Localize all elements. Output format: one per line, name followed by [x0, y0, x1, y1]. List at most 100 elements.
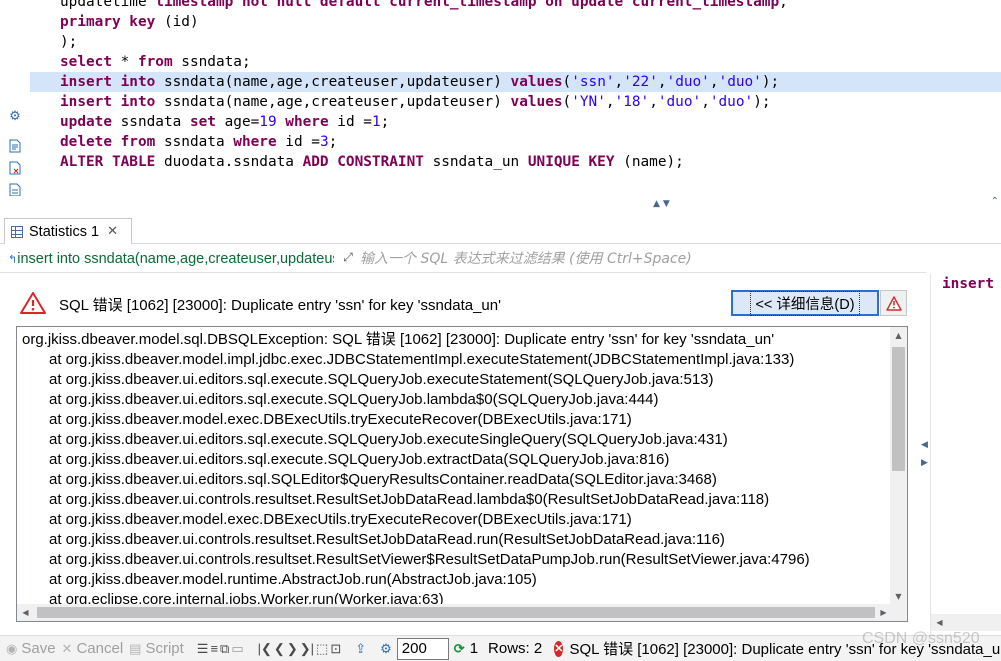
sql-text: , — [649, 94, 658, 110]
sql-text: ; — [328, 134, 338, 150]
sql-text: duodata.ssndata — [155, 154, 303, 170]
scrollbar-corner — [890, 604, 907, 621]
trace-frame: at org.jkiss.dbeaver.model.impl.jdbc.exe… — [49, 351, 795, 368]
sql-literal: '18' — [614, 94, 650, 110]
fetch-size-input[interactable] — [396, 637, 449, 660]
horizontal-scrollbar[interactable]: ◀ ▶ — [17, 604, 892, 621]
filter-input[interactable] — [360, 248, 920, 270]
horizontal-scrollbar[interactable]: ◀ — [931, 614, 1001, 631]
code-line[interactable]: ); — [30, 32, 1001, 52]
status-error-message[interactable]: SQL 错误 [1062] [23000]: Duplicate entry '… — [569, 638, 1001, 659]
refresh-count: 1 — [469, 640, 479, 657]
trace-frame: at org.jkiss.dbeaver.model.exec.DBExecUt… — [49, 511, 632, 528]
sql-editor[interactable]: ⚙ updatetime timestamp not null default … — [0, 0, 1001, 196]
copy-row-icon[interactable]: ⧉ — [220, 641, 229, 657]
export-icon[interactable]: ⇪ — [355, 641, 366, 657]
editor-text-area[interactable]: updatetime timestamp not null default cu… — [30, 0, 1001, 196]
table-icon — [11, 225, 23, 238]
editor-results-sash[interactable]: ▲▼ ⌃ — [0, 196, 1001, 216]
last-page-icon[interactable]: ❯| — [300, 641, 314, 657]
cancel-button[interactable]: ✕ Cancel — [62, 640, 124, 657]
sql-text: (id) — [155, 14, 199, 30]
code-line[interactable]: primary key (id) — [30, 12, 1001, 32]
sql-text: ); — [753, 94, 771, 110]
code-line[interactable]: insert into ssndata(name,age,createuser,… — [30, 92, 1001, 112]
rows-count: Rows: 2 — [488, 640, 543, 657]
scroll-left-icon[interactable]: ◀ — [17, 604, 34, 621]
sql-text: ssndata; — [172, 54, 251, 70]
script-icon[interactable] — [7, 138, 23, 154]
trace-frame: at org.jkiss.dbeaver.ui.controls.results… — [49, 531, 725, 548]
trace-frame: at org.jkiss.dbeaver.model.exec.DBExecUt… — [49, 411, 632, 428]
chevron-right-icon[interactable]: ▶ — [921, 458, 928, 468]
scroll-left-icon[interactable]: ◀ — [931, 614, 948, 631]
active-query-label[interactable]: ↰ insert into ssndata(name,age,createuse… — [8, 249, 334, 269]
code-line[interactable]: select * from ssndata; — [30, 52, 1001, 72]
scroll-down-icon[interactable]: ▼ — [890, 588, 907, 605]
code-line[interactable]: update ssndata set age=19 where id =1; — [30, 112, 1001, 132]
sql-text: , — [657, 74, 667, 90]
script-error-icon[interactable] — [7, 160, 23, 176]
code-line[interactable]: insert into ssndata(name,age,createuser,… — [30, 72, 1001, 92]
gear-icon[interactable]: ⚙ — [7, 108, 23, 124]
script-button[interactable]: ▤ Script — [129, 640, 184, 657]
gear-icon[interactable]: ⚙ — [380, 641, 392, 657]
delete-row-icon[interactable]: ▭ — [231, 641, 243, 657]
code-line[interactable]: updatetime timestamp not null default cu… — [30, 0, 1001, 12]
previous-page-icon[interactable]: ❮ — [274, 641, 285, 657]
close-icon[interactable]: ✕ — [107, 224, 118, 239]
scrollbar-thumb[interactable] — [37, 607, 875, 618]
query-icon: ↰ — [8, 252, 18, 266]
sql-text: , — [779, 0, 788, 10]
sql-keyword: select — [60, 54, 112, 70]
chevron-up-icon[interactable]: ⌃ — [991, 196, 999, 207]
fetch-next-icon[interactable]: ⬚ — [316, 641, 328, 657]
chevron-left-icon[interactable]: ◀ — [921, 440, 928, 450]
sql-text: , — [614, 74, 624, 90]
results-tab-bar: Statistics 1 ✕ — [0, 216, 1001, 244]
collapse-arrows-icon[interactable]: ▲▼ — [653, 199, 673, 209]
code-line[interactable]: delete from ssndata where id =3; — [30, 132, 1001, 152]
tab-label: Statistics 1 — [29, 223, 100, 240]
fetch-all-icon[interactable]: ⊡ — [330, 641, 341, 657]
expand-icon[interactable]: ⤢ — [340, 250, 356, 266]
tab-statistics[interactable]: Statistics 1 ✕ — [4, 218, 132, 244]
edit-row-icon[interactable]: ☰ — [197, 641, 209, 657]
warning-icon — [885, 295, 902, 311]
value-preview-text: insert — [942, 276, 994, 292]
scroll-up-icon[interactable]: ▲ — [890, 327, 907, 344]
script-output-icon[interactable] — [7, 182, 23, 196]
sql-keyword: values — [510, 74, 563, 90]
stack-trace-box[interactable]: org.jkiss.dbeaver.model.sql.DBSQLExcepti… — [16, 326, 908, 622]
sql-text: ssndata(name,age,createuser,updateuser) — [155, 74, 511, 90]
sql-text: ssndata — [111, 114, 190, 130]
refresh-icon[interactable]: ⟳ — [454, 641, 465, 657]
save-button[interactable]: ◉ Save — [6, 640, 56, 657]
script-icon: ▤ — [129, 640, 142, 656]
details-button-label: << 详细信息(D) — [750, 290, 860, 316]
code-line[interactable]: ALTER TABLE duodata.ssndata ADD CONSTRAI… — [30, 152, 1001, 172]
trace-frame: at org.jkiss.dbeaver.ui.editors.sql.exec… — [49, 451, 670, 468]
details-button[interactable]: << 详细信息(D) — [731, 290, 879, 316]
sql-literal: 'YN' — [571, 94, 606, 110]
first-page-icon[interactable]: |❮ — [258, 641, 272, 657]
sql-keyword: values — [510, 94, 563, 110]
results-toolbar: ◉ Save ✕ Cancel ▤ Script ☰ ≡ ⧉ ▭ |❮ ❮ ❯ ❯| … — [0, 635, 1001, 661]
sql-text: age= — [215, 114, 260, 130]
next-page-icon[interactable]: ❯ — [287, 641, 298, 657]
panel-splitter[interactable]: ◀ ▶ — [918, 274, 930, 634]
sql-literal: 'duo' — [709, 94, 754, 110]
vertical-scrollbar[interactable]: ▲ ▼ — [890, 327, 907, 605]
sql-literal: 1 — [371, 114, 381, 130]
add-row-icon[interactable]: ≡ — [210, 641, 218, 656]
sql-keyword: update — [60, 114, 112, 130]
error-log-button[interactable] — [880, 290, 907, 316]
sql-text: ssndata_un — [423, 154, 528, 170]
sql-text: * — [111, 54, 138, 70]
sql-literal: 19 — [259, 114, 277, 130]
sql-keyword: primary key — [60, 14, 156, 30]
scrollbar-thumb[interactable] — [892, 347, 905, 471]
value-panel[interactable]: insert ◀ — [930, 274, 1001, 634]
sql-text: id = — [276, 134, 320, 150]
